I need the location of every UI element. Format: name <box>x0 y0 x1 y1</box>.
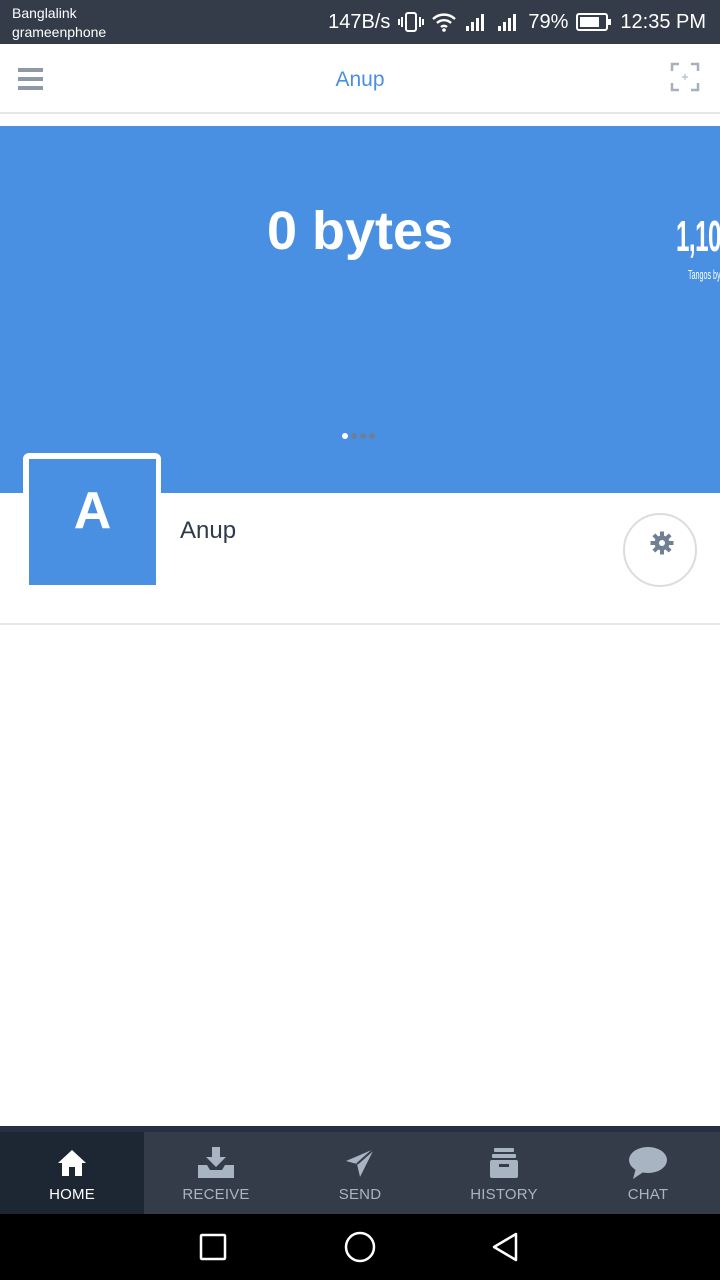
section-divider <box>0 623 720 625</box>
clock: 12:35 PM <box>620 10 706 33</box>
gear-icon <box>650 531 674 555</box>
carousel-dot <box>351 433 357 439</box>
nav-send[interactable]: SEND <box>288 1132 432 1214</box>
carousel-dot <box>342 433 348 439</box>
nav-chat[interactable]: CHAT <box>576 1132 720 1214</box>
vibrate-icon <box>398 10 425 34</box>
home-icon <box>57 1146 87 1180</box>
carrier-primary: Banglalink <box>12 5 77 21</box>
wifi-icon <box>432 12 457 32</box>
carousel-indicator <box>342 433 375 439</box>
next-slide-value: 1,100 <box>676 212 720 261</box>
scan-icon[interactable] <box>670 62 700 92</box>
app-header: Anup <box>0 44 720 114</box>
download-tray-icon <box>197 1146 235 1180</box>
nav-label: SEND <box>338 1186 382 1203</box>
avatar[interactable]: A <box>29 459 156 585</box>
app-screen: Banglalink grameenphone 147B/s 79% 12:35… <box>0 0 720 1280</box>
nav-label: RECEIVE <box>182 1186 250 1203</box>
history-icon <box>489 1146 519 1180</box>
home-circle-icon[interactable] <box>343 1231 376 1263</box>
system-navigation-bar <box>0 1214 720 1280</box>
send-icon <box>345 1146 375 1180</box>
signal-icon <box>496 12 520 32</box>
nav-label: HISTORY <box>470 1186 538 1203</box>
page-title: Anup <box>335 68 385 91</box>
back-icon[interactable] <box>490 1231 522 1263</box>
carousel-dot <box>360 433 366 439</box>
nav-receive[interactable]: RECEIVE <box>144 1132 288 1214</box>
status-bar: Banglalink grameenphone 147B/s 79% 12:35… <box>0 0 720 44</box>
network-speed: 147B/s <box>328 10 391 33</box>
bottom-navigation: HOME RECEIVE SEND HISTORY CHAT <box>0 1126 720 1214</box>
battery-icon <box>576 12 612 32</box>
carousel-dot <box>369 433 375 439</box>
signal-icon <box>464 12 488 32</box>
chat-bubble-icon <box>628 1146 668 1180</box>
nav-label: CHAT <box>627 1186 669 1203</box>
carrier-info: Banglalink grameenphone <box>12 4 106 42</box>
recent-apps-icon[interactable] <box>197 1231 229 1263</box>
profile-name: Anup <box>180 517 237 544</box>
nav-home[interactable]: HOME <box>0 1132 144 1214</box>
status-indicators: 147B/s 79% 12:35 PM <box>328 0 706 44</box>
stats-carousel[interactable]: 0 bytes 1,100 Tangos by Jo <box>0 126 720 493</box>
next-slide-caption: Tangos by Jo <box>688 267 720 282</box>
settings-button[interactable] <box>623 513 697 587</box>
nav-label: HOME <box>49 1186 95 1203</box>
carrier-secondary: grameenphone <box>12 24 107 40</box>
data-transferred-value: 0 bytes <box>266 201 454 261</box>
nav-history[interactable]: HISTORY <box>432 1132 576 1214</box>
battery-percent: 79% <box>528 10 569 33</box>
